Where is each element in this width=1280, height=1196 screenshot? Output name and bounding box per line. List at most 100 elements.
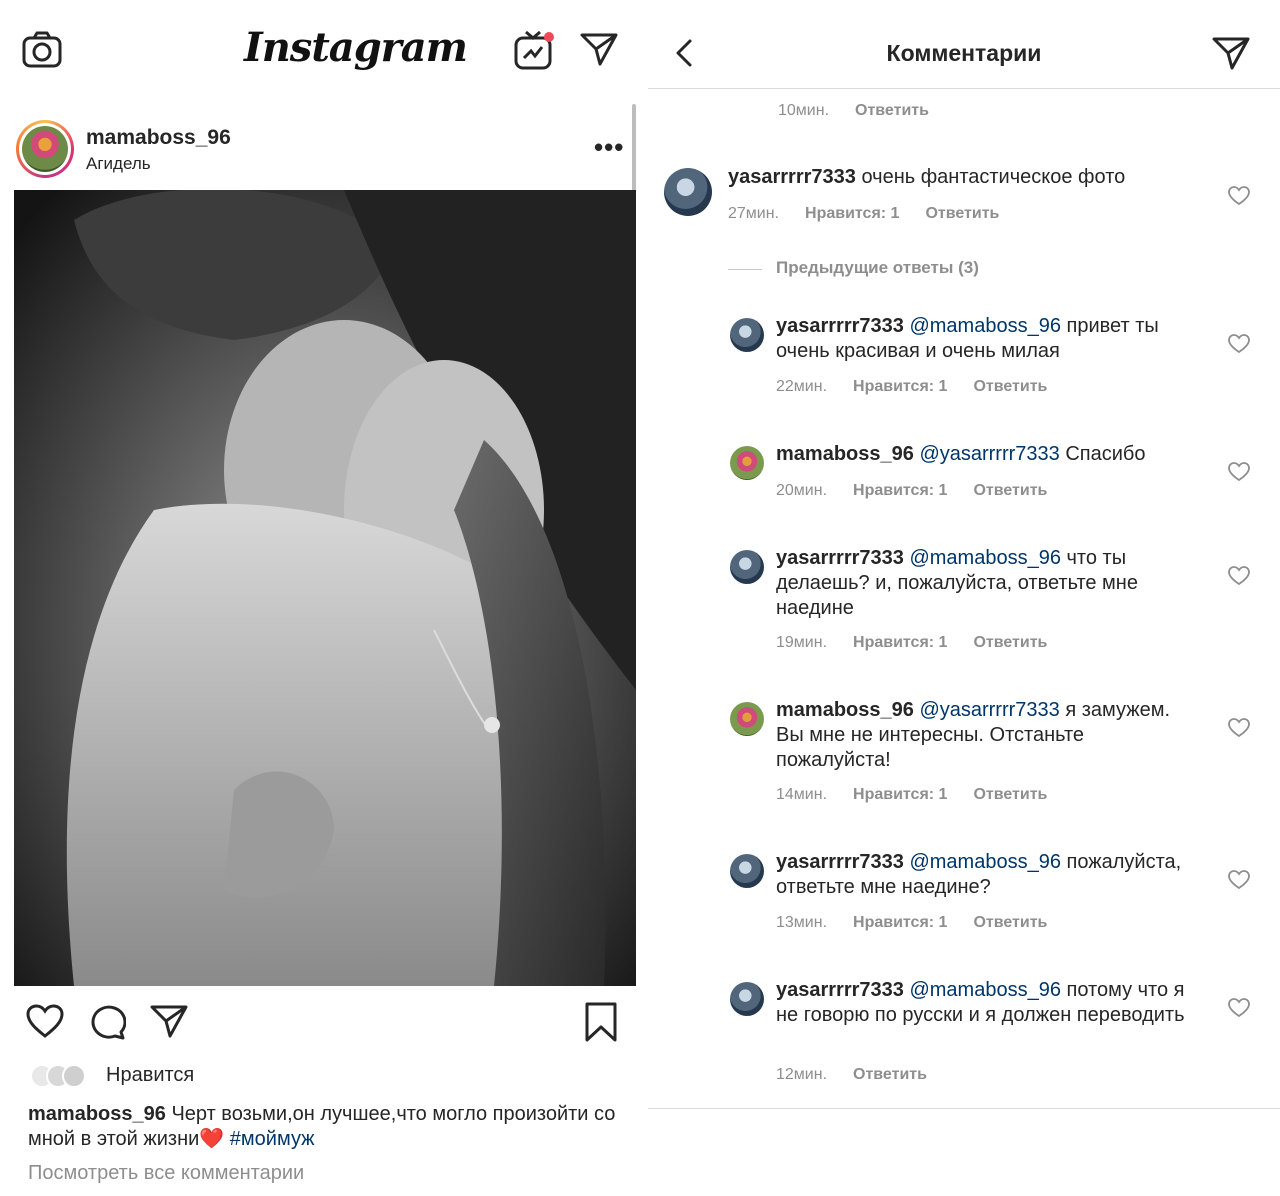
post-location[interactable]: Агидель — [86, 154, 151, 174]
avatar[interactable] — [730, 446, 764, 480]
comment-body: yasarrrrr7333 @mamaboss_96 привет ты оче… — [776, 314, 1196, 364]
heart-emoji: ❤️ — [199, 1128, 225, 1150]
likes-count[interactable]: Нравится: 1 — [805, 205, 899, 222]
comment-mention[interactable]: @yasarrrrr7333 — [919, 699, 1059, 721]
comment-body: yasarrrrr7333 @mamaboss_96 что ты делаеш… — [776, 546, 1196, 621]
post-photo[interactable] — [14, 190, 636, 986]
reply-button[interactable]: Ответить — [973, 634, 1047, 651]
liker-avatars — [30, 1064, 100, 1088]
reply-item: mamaboss_96 @yasarrrrr7333 Спасибо 20мин… — [648, 440, 1280, 508]
heart-icon[interactable] — [1228, 718, 1250, 738]
post-caption: mamaboss_96 Черт возьми,он лучшее,что мо… — [28, 1102, 618, 1152]
paper-plane-icon[interactable] — [580, 32, 618, 66]
comment-username[interactable]: yasarrrrr7333 — [776, 315, 904, 337]
avatar[interactable] — [730, 854, 764, 888]
view-all-comments-link[interactable]: Посмотреть все комментарии — [28, 1162, 304, 1185]
likes-count[interactable]: Нравится: 1 — [853, 378, 947, 395]
heart-icon[interactable] — [26, 1004, 64, 1038]
comment-meta: 10мин. Ответить — [778, 102, 955, 120]
likes-label[interactable]: Нравится — [106, 1064, 194, 1087]
reply-button[interactable]: Ответить — [973, 914, 1047, 931]
comment-time: 19мин. — [776, 634, 828, 651]
reply-item: yasarrrrr7333 @mamaboss_96 что ты делаеш… — [648, 544, 1280, 660]
comment-time: 13мин. — [776, 914, 828, 931]
comment-meta: 19мин. Нравится: 1 Ответить — [776, 634, 1073, 652]
comment-username[interactable]: yasarrrrr7333 — [728, 166, 856, 188]
comment-meta: 22мин. Нравится: 1 Ответить — [776, 378, 1073, 396]
heart-icon[interactable] — [1228, 998, 1250, 1018]
instagram-feed-panel: Instagram mamaboss_96 Агидель ••• Нравит… — [0, 0, 640, 1196]
reply-button[interactable]: Ответить — [853, 1066, 927, 1083]
comment-time: 12мин. — [776, 1066, 828, 1083]
paper-plane-icon[interactable] — [1212, 36, 1250, 70]
reply-button[interactable]: Ответить — [855, 102, 929, 119]
bottom-divider — [648, 1108, 1280, 1109]
comment-username[interactable]: mamaboss_96 — [776, 699, 914, 721]
camera-icon[interactable] — [22, 30, 62, 68]
reply-button[interactable]: Ответить — [973, 482, 1047, 499]
comment-time: 27мин. — [728, 205, 780, 222]
comment-time: 10мин. — [778, 102, 830, 119]
comment-username[interactable]: mamaboss_96 — [776, 443, 914, 465]
comments-panel: Комментарии 10мин. Ответить yasarrrrr7333… — [648, 0, 1280, 1196]
likes-count[interactable]: Нравится: 1 — [853, 914, 947, 931]
reply-button[interactable]: Ответить — [973, 786, 1047, 803]
previous-replies-link[interactable]: Предыдущие ответы (3) — [776, 258, 979, 278]
likes-count[interactable]: Нравится: 1 — [853, 634, 947, 651]
comment-mention[interactable]: @yasarrrrr7333 — [919, 443, 1059, 465]
avatar[interactable] — [730, 318, 764, 352]
comment-time: 14мин. — [776, 786, 828, 803]
avatar[interactable] — [16, 120, 74, 178]
caption-username[interactable]: mamaboss_96 — [28, 1103, 166, 1125]
comment-username[interactable]: yasarrrrr7333 — [776, 547, 904, 569]
comment-body: yasarrrrr7333 очень фантастическое фото — [728, 165, 1218, 190]
comment-time: 22мин. — [776, 378, 828, 395]
reply-button[interactable]: Ответить — [973, 378, 1047, 395]
comment-username[interactable]: yasarrrrr7333 — [776, 851, 904, 873]
share-icon[interactable] — [150, 1004, 188, 1038]
reply-item: mamaboss_96 @yasarrrrr7333 я замужем. Вы… — [648, 696, 1280, 812]
comment-icon[interactable] — [88, 1004, 126, 1040]
avatar[interactable] — [730, 702, 764, 736]
comment-body: mamaboss_96 @yasarrrrr7333 Спасибо — [776, 442, 1196, 467]
heart-icon[interactable] — [1228, 462, 1250, 482]
reply-item: yasarrrrr7333 @mamaboss_96 пожалуйста, о… — [648, 848, 1280, 940]
post-username[interactable]: mamaboss_96 — [86, 126, 231, 150]
comment-username[interactable]: yasarrrrr7333 — [776, 979, 904, 1001]
reply-item: yasarrrrr7333 @mamaboss_96 потому что я … — [648, 976, 1280, 1092]
comment-meta: 20мин. Нравится: 1 Ответить — [776, 482, 1073, 500]
more-options-icon[interactable]: ••• — [594, 132, 624, 163]
comment-mention[interactable]: @mamaboss_96 — [909, 979, 1060, 1001]
post-header: mamaboss_96 Агидель ••• — [0, 118, 640, 182]
app-logo: Instagram — [244, 24, 468, 71]
reply-button[interactable]: Ответить — [925, 205, 999, 222]
likes-count[interactable]: Нравится: 1 — [853, 786, 947, 803]
heart-icon[interactable] — [1228, 334, 1250, 354]
likes-count[interactable]: Нравится: 1 — [853, 482, 947, 499]
igtv-icon[interactable] — [514, 30, 558, 70]
post-actions — [0, 996, 640, 1052]
reply-item: yasarrrrr7333 @mamaboss_96 привет ты оче… — [648, 312, 1280, 404]
comment-body: mamaboss_96 @yasarrrrr7333 я замужем. Вы… — [776, 698, 1196, 773]
bookmark-icon[interactable] — [584, 1002, 618, 1042]
comment-meta: 14мин. Нравится: 1 Ответить — [776, 786, 1073, 804]
comment-meta: 13мин. Нравится: 1 Ответить — [776, 914, 1073, 932]
comment-mention[interactable]: @mamaboss_96 — [909, 547, 1060, 569]
comment-mention[interactable]: @mamaboss_96 — [909, 315, 1060, 337]
likes-row[interactable]: Нравится — [30, 1062, 630, 1090]
heart-icon[interactable] — [1228, 566, 1250, 586]
comment-mention[interactable]: @mamaboss_96 — [909, 851, 1060, 873]
avatar[interactable] — [730, 550, 764, 584]
comments-header: Комментарии — [648, 0, 1280, 89]
avatar[interactable] — [730, 982, 764, 1016]
page-title: Комментарии — [886, 40, 1042, 66]
comment-time: 20мин. — [776, 482, 828, 499]
comment-meta: 12мин. Ответить — [776, 1066, 953, 1084]
comment-item: yasarrrrr7333 очень фантастическое фото … — [648, 160, 1280, 230]
heart-icon[interactable] — [1228, 186, 1250, 206]
heart-icon[interactable] — [1228, 870, 1250, 890]
caption-hashtag[interactable]: #моймуж — [230, 1128, 315, 1150]
previous-replies-line — [728, 269, 762, 270]
avatar[interactable] — [664, 168, 712, 216]
comment-text: очень фантастическое фото — [861, 166, 1126, 188]
